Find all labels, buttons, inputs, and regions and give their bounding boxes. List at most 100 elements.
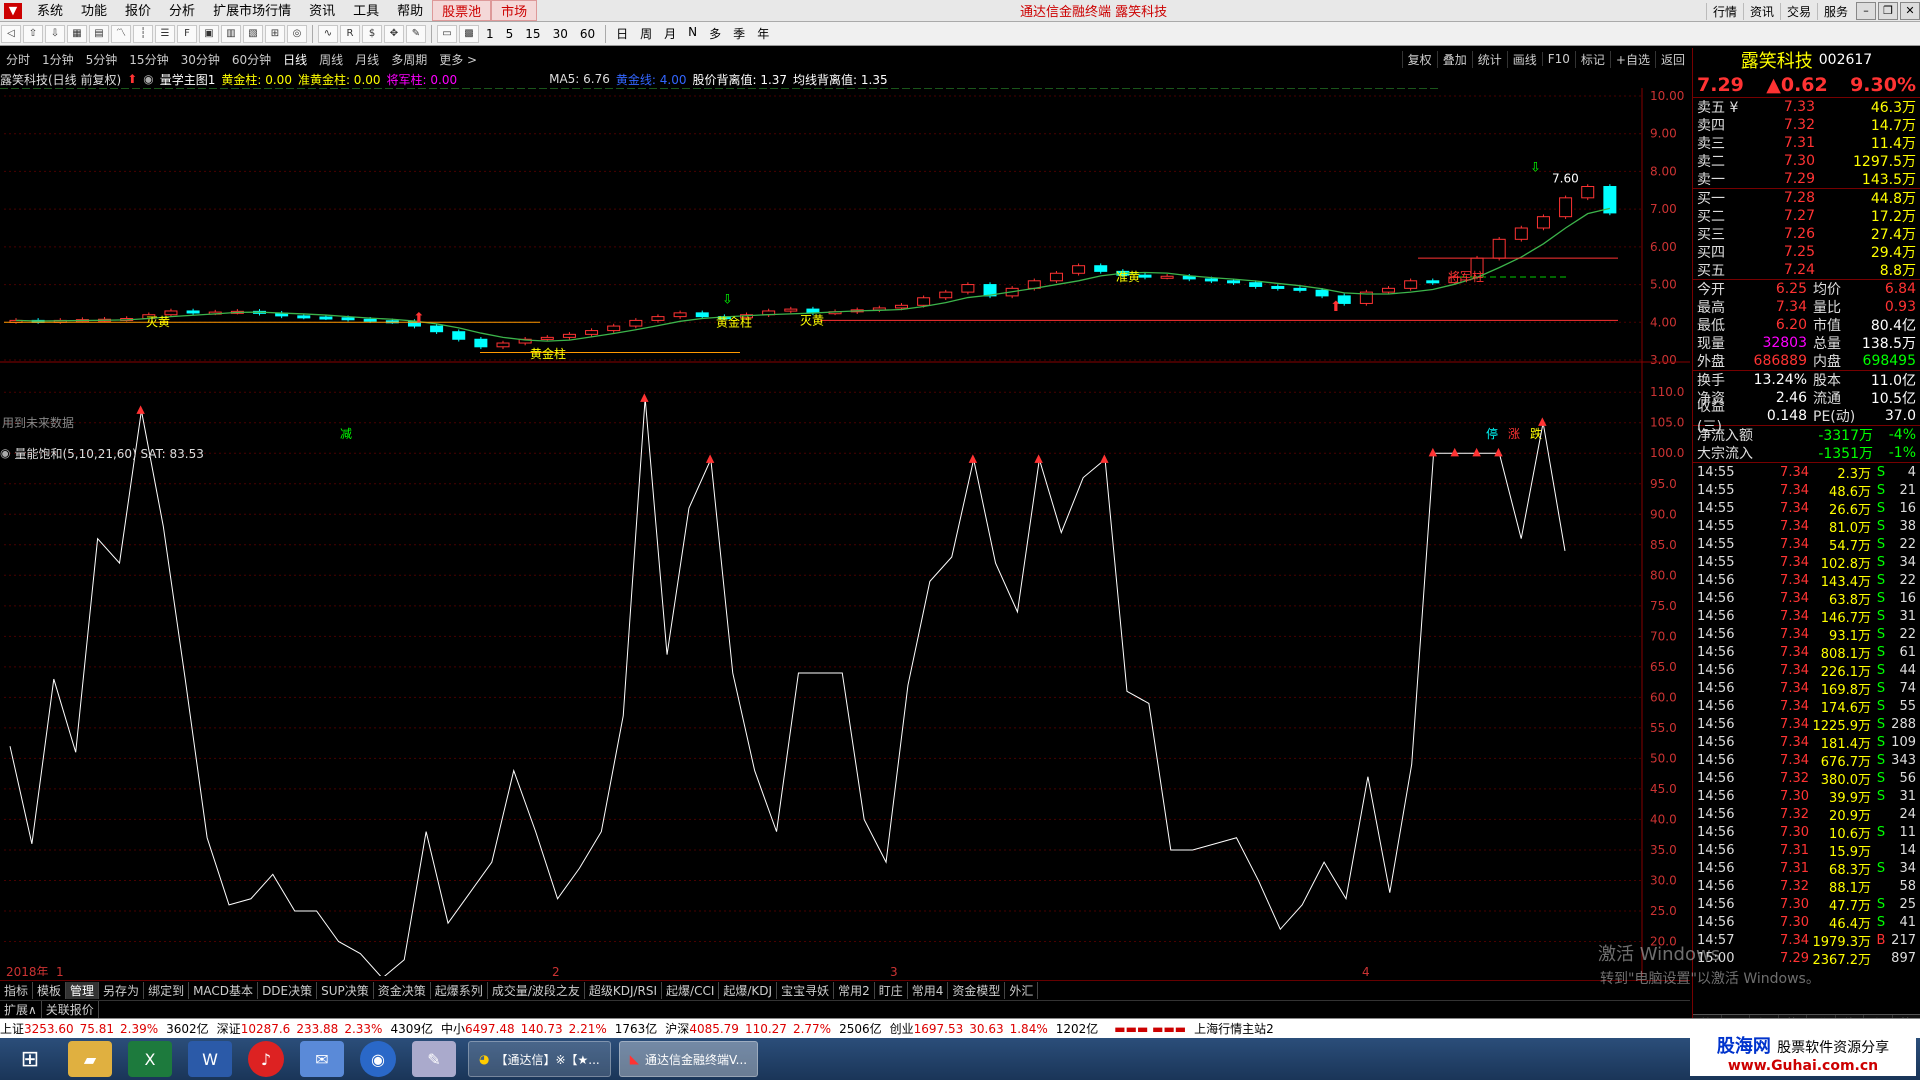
menu-item[interactable]: 工具 bbox=[344, 0, 388, 21]
period-tab[interactable]: 周线 bbox=[313, 51, 349, 68]
mail-icon[interactable]: ✉ bbox=[300, 1041, 344, 1077]
menu-right-button[interactable]: 行情 bbox=[1705, 2, 1743, 20]
menu-item[interactable]: 分析 bbox=[160, 0, 204, 21]
toolbar-period-button[interactable]: 15 bbox=[519, 27, 546, 41]
menu-item[interactable]: 帮助 bbox=[388, 0, 432, 21]
period-right-button[interactable]: 叠加 bbox=[1436, 50, 1472, 68]
up-arrow-icon[interactable]: ⇧ bbox=[23, 24, 43, 43]
indicator-tab[interactable]: 管理 bbox=[66, 982, 100, 999]
tick-list[interactable]: 14:55 7.34 2.3万 S 4 14:55 7.34 48.6万 S 21 14:55 7.3… bbox=[1693, 463, 1920, 968]
indicator-tab[interactable]: 模板 bbox=[33, 982, 67, 999]
down-arrow-icon[interactable]: ⇩ bbox=[45, 24, 65, 43]
period-tab[interactable]: 30分钟 bbox=[175, 51, 226, 68]
indicator-tab-extra[interactable]: 扩展∧ bbox=[0, 1001, 42, 1018]
menu-item[interactable]: 扩展市场行情 bbox=[204, 0, 300, 21]
toolbar-period-button[interactable]: 60 bbox=[574, 27, 601, 41]
index-item[interactable]: 沪深4085.79 110.27 2.77% 2506亿 bbox=[665, 1020, 881, 1037]
excel-icon[interactable]: X bbox=[128, 1041, 172, 1077]
toolbar-calendar-button[interactable]: 季 bbox=[727, 25, 751, 42]
indicator-tab[interactable]: 指标 bbox=[0, 982, 34, 999]
menu-right-button[interactable]: 交易 bbox=[1779, 2, 1817, 20]
toolbar-calendar-button[interactable]: 年 bbox=[751, 25, 775, 42]
period-tab[interactable]: 多周期 bbox=[385, 51, 433, 68]
report-icon[interactable]: ▣ bbox=[199, 24, 219, 43]
f10-icon[interactable]: F bbox=[177, 24, 197, 43]
line-chart-icon[interactable]: 〽 bbox=[111, 24, 131, 43]
menu-item[interactable]: 市场 bbox=[491, 0, 538, 21]
grid-icon[interactable]: ▦ bbox=[67, 24, 87, 43]
netease-music-icon[interactable]: ♪ bbox=[248, 1041, 284, 1077]
toolbar-period-button[interactable]: 1 bbox=[480, 27, 500, 41]
indicator-tab[interactable]: 起爆系列 bbox=[431, 982, 488, 999]
period-tab[interactable]: 月线 bbox=[349, 51, 385, 68]
menu-right-button[interactable]: 资讯 bbox=[1742, 2, 1780, 20]
toolbar-calendar-button[interactable]: N bbox=[682, 25, 703, 42]
indicator-tab[interactable]: DDE决策 bbox=[258, 982, 318, 999]
menu-item[interactable]: 功能 bbox=[72, 0, 116, 21]
indicator-tab[interactable]: 绑定到 bbox=[144, 982, 190, 999]
indicator-tab[interactable]: 超级KDJ/RSI bbox=[585, 982, 663, 999]
period-tab[interactable]: 15分钟 bbox=[123, 51, 174, 68]
taskbar-window-tdx-terminal[interactable]: ◣ 通达信金融终端V... bbox=[618, 1041, 759, 1077]
indicator-tab-extra[interactable]: 关联报价 bbox=[42, 1001, 99, 1018]
table-icon[interactable]: ▤ bbox=[89, 24, 109, 43]
calendar-icon[interactable]: ▥ bbox=[221, 24, 241, 43]
menu-item[interactable]: 资讯 bbox=[300, 0, 344, 21]
indicator-tab[interactable]: 起爆/KDJ bbox=[719, 982, 778, 999]
period-right-button[interactable]: F10 bbox=[1541, 52, 1575, 66]
back-icon[interactable]: ◁ bbox=[1, 24, 21, 43]
period-tab[interactable]: 60分钟 bbox=[226, 51, 277, 68]
toolbar-period-button[interactable]: 5 bbox=[500, 27, 520, 41]
news-icon[interactable]: ▧ bbox=[243, 24, 263, 43]
indicator-tab[interactable]: 资金决策 bbox=[374, 982, 431, 999]
indicator-tab[interactable]: 起爆/CCI bbox=[662, 982, 720, 999]
minimize-icon[interactable]: – bbox=[1856, 2, 1876, 20]
index-item[interactable]: 创业1697.53 30.63 1.84% 1202亿 bbox=[890, 1020, 1099, 1037]
word-icon[interactable]: W bbox=[188, 1041, 232, 1077]
indicator-tab[interactable]: 成交量/波段之友 bbox=[488, 982, 585, 999]
list-icon[interactable]: ☰ bbox=[155, 24, 175, 43]
menu-item[interactable]: 报价 bbox=[116, 0, 160, 21]
indicator-tab[interactable]: 资金模型 bbox=[948, 982, 1006, 999]
close-icon[interactable]: ✕ bbox=[1900, 2, 1920, 20]
pic-icon[interactable]: ▩ bbox=[459, 24, 479, 43]
period-tab[interactable]: 日线 bbox=[277, 51, 313, 68]
money-icon[interactable]: $ bbox=[362, 24, 382, 43]
fs-icon[interactable]: ▭ bbox=[437, 24, 457, 43]
period-right-button[interactable]: 复权 bbox=[1401, 50, 1437, 68]
index-item[interactable]: 深证10287.6 233.88 2.33% 4309亿 bbox=[217, 1020, 433, 1037]
indicator-tab[interactable]: 盯庄 bbox=[875, 982, 908, 999]
taskbar-window-tdx-forum[interactable]: ◕ 【通达信】※【★... bbox=[468, 1041, 611, 1077]
indicator-tab[interactable]: 外汇 bbox=[1005, 982, 1039, 999]
toolbar-calendar-button[interactable]: 月 bbox=[658, 25, 682, 42]
paint-icon[interactable]: ✎ bbox=[412, 1041, 456, 1077]
indicator-tab[interactable]: MACD基本 bbox=[189, 982, 259, 999]
server-label[interactable]: 上海行情主站2 bbox=[1194, 1020, 1274, 1037]
index-item[interactable]: 上证3253.60 75.81 2.39% 3602亿 bbox=[0, 1020, 209, 1037]
windows-start-icon[interactable]: ⊞ bbox=[8, 1041, 52, 1077]
menu-item[interactable]: 股票池 bbox=[432, 0, 492, 21]
period-right-button[interactable]: 返回 bbox=[1654, 50, 1690, 68]
period-tab[interactable]: 分时 bbox=[0, 51, 36, 68]
move-icon[interactable]: ✥ bbox=[384, 24, 404, 43]
index-item[interactable]: 中小6497.48 140.73 2.21% 1763亿 bbox=[441, 1020, 657, 1037]
period-right-button[interactable]: 画线 bbox=[1506, 50, 1542, 68]
compare-icon[interactable]: ⊞ bbox=[265, 24, 285, 43]
indicator-tab[interactable]: 常用2 bbox=[834, 982, 875, 999]
period-tab[interactable]: 1分钟 bbox=[36, 51, 80, 68]
menu-item[interactable]: 系统 bbox=[28, 0, 72, 21]
indicator-tab[interactable]: 另存为 bbox=[99, 982, 145, 999]
toolbar-calendar-button[interactable]: 多 bbox=[703, 25, 727, 42]
explorer-icon[interactable]: ▰ bbox=[68, 1041, 112, 1077]
indicator-tab[interactable]: 常用4 bbox=[908, 982, 949, 999]
rsi-icon[interactable]: R bbox=[340, 24, 360, 43]
legend-toggle-icon[interactable]: ◉ bbox=[143, 72, 153, 86]
period-right-button[interactable]: 统计 bbox=[1471, 50, 1507, 68]
menu-right-button[interactable]: 服务 bbox=[1816, 2, 1854, 20]
toolbar-calendar-button[interactable]: 周 bbox=[634, 25, 658, 42]
period-tab[interactable]: 5分钟 bbox=[80, 51, 124, 68]
legend-indicator[interactable]: 量学主图1 bbox=[160, 71, 216, 88]
pen-icon[interactable]: ✎ bbox=[406, 24, 426, 43]
kline-icon[interactable]: ┆ bbox=[133, 24, 153, 43]
indicator-tab[interactable]: SUP决策 bbox=[317, 982, 374, 999]
